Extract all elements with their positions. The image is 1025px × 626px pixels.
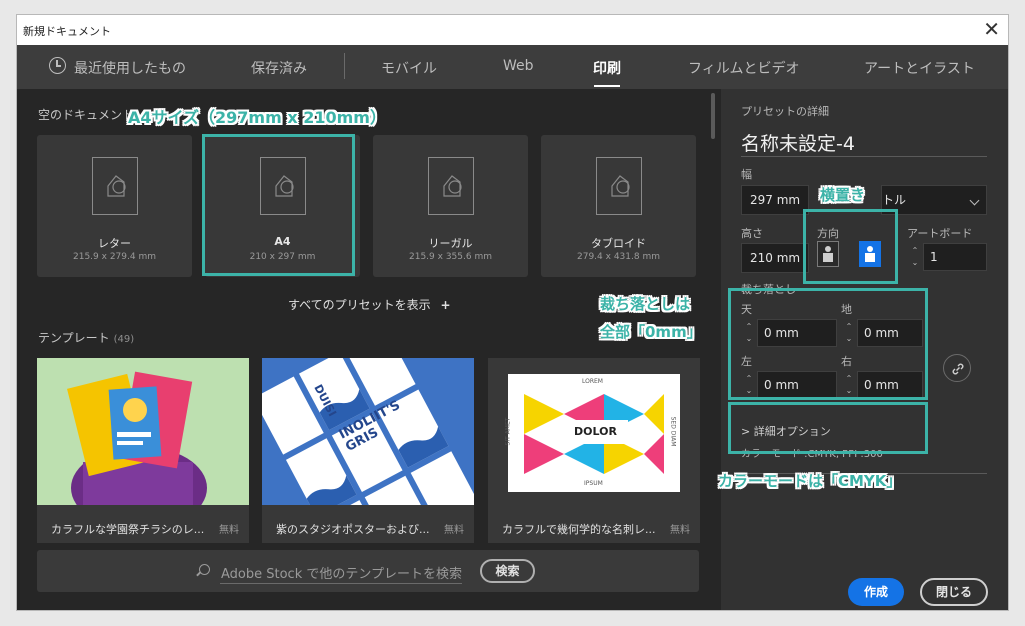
active-tab-indicator bbox=[594, 85, 620, 87]
document-icon bbox=[428, 157, 474, 215]
document-name-input[interactable]: 名称未設定-4 bbox=[741, 129, 855, 156]
tab-mobile[interactable]: モバイル bbox=[381, 58, 437, 78]
tab-print[interactable]: 印刷 bbox=[593, 58, 621, 78]
a4-size-annotation: A4サイズ（297mm x 210mm） bbox=[128, 108, 386, 127]
landscape-annotation: 横置き bbox=[820, 186, 866, 204]
bleed-annotation-line1: 裁ち落としは bbox=[600, 295, 691, 313]
template-price: 無料 bbox=[219, 525, 239, 536]
search-brand: Adobe Stock bbox=[221, 567, 303, 582]
bleed-annotation-line2: 全部「0mm」 bbox=[600, 323, 702, 341]
cmyk-annotation: カラーモードは「CMYK」 bbox=[718, 472, 902, 490]
tab-art-illustration[interactable]: アートとイラスト bbox=[864, 58, 975, 78]
tab-web[interactable]: Web bbox=[503, 58, 534, 74]
card-center-text: DOLOR bbox=[574, 425, 617, 438]
search-underline bbox=[220, 583, 462, 584]
template-card-business-card[interactable]: LOREM DOLOR IPSUM SIT AMET SED DIAM カラフル… bbox=[488, 358, 700, 543]
unit-value: トル bbox=[882, 193, 907, 207]
template-title: カラフルで幾何学的な名刺レ... bbox=[502, 523, 656, 536]
preset-size: 215.9 x 279.4 mm bbox=[73, 252, 156, 262]
card-bottom-text: IPSUM bbox=[584, 480, 603, 487]
template-price: 無料 bbox=[670, 525, 690, 536]
a4-highlight-box bbox=[202, 134, 355, 276]
title-bar: 新規ドキュメント ✕ bbox=[17, 15, 1008, 45]
preset-details-header: プリセットの詳細 bbox=[741, 105, 829, 118]
clock-icon bbox=[49, 57, 66, 74]
template-card-festival-flyer[interactable]: カラフルな学園祭チラシのレ... 無料 bbox=[37, 358, 249, 543]
close-button[interactable]: 閉じる bbox=[920, 578, 988, 606]
card-left-text: SIT AMET bbox=[504, 417, 512, 446]
card-top-text: LOREM bbox=[582, 378, 603, 385]
height-label: 高さ bbox=[741, 227, 763, 240]
tab-saved[interactable]: 保存済み bbox=[251, 58, 307, 78]
chevron-down-icon bbox=[969, 195, 980, 206]
stock-search-bar: Adobe Stock で他のテンプレートを検索 検索 bbox=[37, 550, 699, 592]
template-price: 無料 bbox=[444, 525, 464, 536]
search-button[interactable]: 検索 bbox=[480, 559, 535, 583]
card-right-text: SED DIAM bbox=[669, 416, 677, 447]
preset-card-tabloid[interactable]: タブロイド 279.4 x 431.8 mm bbox=[541, 135, 696, 277]
artboard-label: アートボード bbox=[907, 227, 973, 240]
document-icon bbox=[92, 157, 138, 215]
preset-card-legal[interactable]: リーガル 215.9 x 355.6 mm bbox=[373, 135, 528, 277]
preset-name: リーガル bbox=[428, 237, 473, 250]
close-icon[interactable]: ✕ bbox=[983, 18, 1000, 40]
plus-icon: + bbox=[440, 298, 451, 312]
width-label: 幅 bbox=[741, 168, 752, 181]
stepper-arrows-icon[interactable]: ⌃ ⌄ bbox=[910, 245, 920, 269]
preset-size: 215.9 x 355.6 mm bbox=[409, 252, 492, 262]
scrollbar-thumb[interactable] bbox=[711, 93, 715, 139]
preset-browser: 空のドキュメント レター 215.9 x 279.4 mm A4 210 x 2… bbox=[17, 89, 721, 610]
tab-divider bbox=[344, 53, 345, 79]
height-input[interactable]: 210 mm bbox=[741, 243, 809, 273]
orientation-highlight-box bbox=[803, 209, 898, 284]
link-icon bbox=[952, 363, 964, 375]
preset-name: レター bbox=[98, 237, 131, 250]
link-bleed-button[interactable] bbox=[943, 354, 971, 382]
tab-film-video[interactable]: フィルムとビデオ bbox=[688, 58, 799, 78]
search-placeholder: で他のテンプレートを検索 bbox=[302, 567, 462, 582]
color-mode-highlight-box bbox=[728, 402, 928, 454]
show-all-label: すべてのプリセットを表示 bbox=[288, 298, 431, 312]
window-title: 新規ドキュメント bbox=[23, 25, 111, 38]
template-thumbnail bbox=[37, 358, 249, 505]
template-thumbnail: LOREM DOLOR IPSUM SIT AMET SED DIAM bbox=[488, 358, 700, 505]
artboard-value[interactable]: 1 bbox=[923, 243, 987, 271]
width-input[interactable]: 297 mm bbox=[741, 185, 809, 215]
category-tabs: 最近使用したもの 保存済み モバイル Web 印刷 フィルムとビデオ アートとイ… bbox=[17, 45, 1008, 89]
name-underline bbox=[741, 156, 987, 157]
tab-recent[interactable]: 最近使用したもの bbox=[74, 58, 186, 78]
create-button[interactable]: 作成 bbox=[848, 578, 904, 606]
preset-card-letter[interactable]: レター 215.9 x 279.4 mm bbox=[37, 135, 192, 277]
bleed-highlight-box bbox=[728, 288, 928, 400]
template-title: 紫のスタジオポスターおよび... bbox=[276, 523, 430, 536]
show-all-presets-link[interactable]: すべてのプリセットを表示 + bbox=[288, 296, 451, 313]
template-thumbnail: INOLIIT'S GRIS DUISI bbox=[262, 358, 474, 505]
document-icon bbox=[596, 157, 642, 215]
search-icon bbox=[199, 564, 210, 575]
preset-size: 279.4 x 431.8 mm bbox=[577, 252, 660, 262]
blank-docs-label: 空のドキュメント bbox=[38, 108, 135, 122]
artboard-stepper[interactable]: ⌃ ⌄ 1 bbox=[907, 243, 987, 271]
templates-title: テンプレート bbox=[38, 331, 110, 345]
templates-count: (49) bbox=[113, 334, 135, 345]
preset-name: タブロイド bbox=[591, 237, 646, 250]
templates-label: テンプレート (49) bbox=[38, 329, 134, 346]
search-input[interactable]: Adobe Stock で他のテンプレートを検索 bbox=[221, 563, 462, 582]
template-card-studio-poster[interactable]: INOLIIT'S GRIS DUISI 紫のスタジオポスターおよび... 無料 bbox=[262, 358, 474, 543]
template-title: カラフルな学園祭チラシのレ... bbox=[51, 523, 205, 536]
